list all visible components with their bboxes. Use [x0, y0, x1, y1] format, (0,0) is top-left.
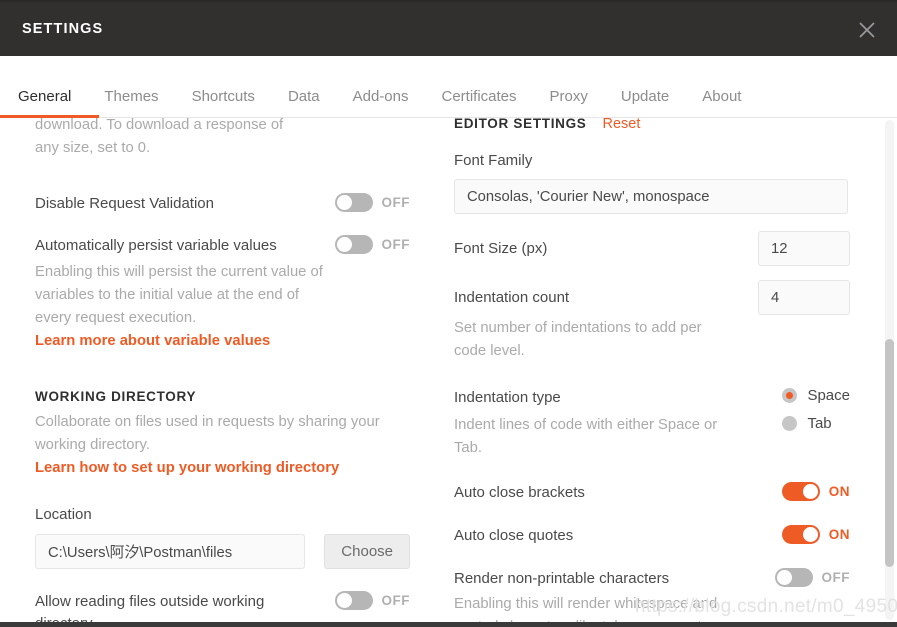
disable-request-validation-label: Disable Request Validation — [35, 195, 214, 212]
auto-persist-label: Automatically persist variable values — [35, 237, 277, 254]
tab-label: Certificates — [441, 88, 517, 105]
toggle-switch-off-icon — [334, 193, 373, 212]
toggle-switch-on-icon — [781, 525, 820, 544]
indentation-count-input[interactable]: 4 — [758, 280, 850, 315]
toggle-state-label: OFF — [381, 195, 410, 210]
tab-label: Data — [287, 88, 320, 105]
editor-settings-column: EDITOR SETTINGS Reset Font Family Consol… — [454, 118, 850, 627]
tab-certificates[interactable]: Certificates — [442, 88, 517, 117]
tab-themes[interactable]: Themes — [104, 88, 158, 117]
auto-persist-description: Enabling this will persist the current v… — [35, 264, 323, 326]
setting-row-font-size: Font Size (px) 12 — [454, 231, 850, 266]
indentation-type-label: Indentation type — [454, 389, 561, 406]
tab-proxy[interactable]: Proxy — [550, 88, 588, 117]
font-family-label: Font Family — [454, 152, 533, 169]
auto-close-quotes-label: Auto close quotes — [454, 527, 574, 544]
toggle-state-label: OFF — [381, 237, 410, 252]
toggle-switch-off-icon — [334, 235, 373, 254]
indentation-type-text-block: Indentation type Indent lines of code wi… — [454, 387, 739, 460]
tab-add-ons[interactable]: Add-ons — [353, 88, 409, 117]
toggle-state-label: ON — [828, 527, 850, 542]
indentation-count-label: Indentation count — [454, 289, 570, 306]
location-label: Location — [35, 506, 92, 523]
render-nonprintable-toggle[interactable]: OFF — [774, 568, 851, 587]
radio-option-space[interactable]: Space — [782, 387, 850, 404]
toggle-state-label: ON — [828, 484, 850, 499]
toggle-state-label: OFF — [821, 570, 850, 585]
settings-window: SETTINGS General Themes Shortcuts Data A… — [0, 0, 897, 627]
disable-request-validation-toggle[interactable]: OFF — [334, 193, 411, 212]
tab-update[interactable]: Update — [621, 88, 669, 117]
working-directory-setup-link[interactable]: Learn how to set up your working directo… — [35, 457, 410, 480]
general-settings-column: download. To download a response of any … — [35, 118, 410, 627]
page-title: SETTINGS — [22, 21, 104, 37]
tab-about[interactable]: About — [702, 88, 741, 117]
working-directory-description: Collaborate on files used in requests by… — [35, 414, 380, 453]
toggle-state-label: OFF — [381, 593, 410, 608]
radio-unchecked-icon — [782, 416, 798, 431]
settings-content: download. To download a response of any … — [0, 118, 897, 627]
reset-editor-settings-link[interactable]: Reset — [603, 118, 641, 132]
tab-shortcuts[interactable]: Shortcuts — [192, 88, 255, 117]
toggle-switch-on-icon — [781, 482, 820, 501]
content-scrollbar-thumb[interactable] — [885, 339, 894, 567]
indentation-type-radio-group: Space Tab — [782, 387, 850, 443]
tab-label: Shortcuts — [191, 88, 255, 105]
tab-label: Proxy — [549, 88, 588, 105]
max-response-size-help-line2: any size, set to 0. — [35, 140, 151, 156]
toggle-switch-off-icon — [774, 568, 813, 587]
editor-settings-heading: EDITOR SETTINGS Reset — [454, 118, 850, 132]
font-family-input[interactable]: Consolas, 'Courier New', monospace — [454, 179, 848, 214]
setting-row-render-nonprintable: Render non-printable characters OFF — [454, 568, 850, 590]
close-button[interactable] — [847, 10, 887, 50]
working-directory-heading: WORKING DIRECTORY — [35, 389, 410, 404]
working-directory-heading-label: WORKING DIRECTORY — [35, 389, 197, 404]
setting-row-disable-request-validation: Disable Request Validation OFF — [35, 193, 410, 215]
tab-general[interactable]: General — [0, 88, 100, 118]
auto-close-brackets-label: Auto close brackets — [454, 484, 585, 501]
setting-row-auto-persist-variables: Automatically persist variable values OF… — [35, 235, 410, 257]
radio-option-tab[interactable]: Tab — [782, 415, 850, 432]
tab-label: About — [702, 88, 742, 105]
auto-persist-toggle[interactable]: OFF — [334, 235, 411, 254]
toggle-switch-off-icon — [334, 591, 373, 610]
indentation-count-description: Set number of indentations to add per co… — [454, 320, 702, 359]
max-response-size-help-line1: download. To download a response of — [35, 118, 284, 133]
font-size-label: Font Size (px) — [454, 240, 548, 257]
tab-label: Add-ons — [352, 88, 409, 105]
tab-label: General — [18, 88, 72, 105]
setting-row-indentation-type: Indentation type Indent lines of code wi… — [454, 387, 850, 460]
radio-checked-icon — [782, 388, 798, 403]
tab-data[interactable]: Data — [288, 88, 320, 117]
window-titlebar: SETTINGS — [0, 0, 897, 56]
auto-close-quotes-toggle[interactable]: ON — [781, 525, 850, 544]
indentation-type-description: Indent lines of code with either Space o… — [454, 417, 718, 456]
editor-settings-heading-label: EDITOR SETTINGS — [454, 118, 587, 131]
settings-tabbar: General Themes Shortcuts Data Add-ons Ce… — [0, 56, 897, 118]
choose-directory-button[interactable]: Choose — [324, 534, 410, 569]
learn-more-variable-values-link[interactable]: Learn more about variable values — [35, 330, 410, 353]
close-icon — [859, 22, 875, 38]
setting-row-indentation-count: Indentation count 4 — [454, 280, 850, 315]
radio-option-label: Space — [807, 387, 850, 404]
location-input[interactable]: C:\Users\阿汐\Postman\files — [35, 534, 306, 569]
render-nonprintable-label: Render non-printable characters — [454, 570, 670, 587]
setting-row-auto-close-quotes: Auto close quotes ON — [454, 525, 850, 547]
font-size-input[interactable]: 12 — [758, 231, 850, 266]
window-bottom-bar — [0, 622, 897, 627]
setting-row-auto-close-brackets: Auto close brackets ON — [454, 482, 850, 504]
radio-option-label: Tab — [807, 415, 832, 432]
allow-outside-files-toggle[interactable]: OFF — [334, 591, 411, 610]
tab-label: Update — [620, 88, 670, 105]
tab-label: Themes — [104, 88, 159, 105]
auto-close-brackets-toggle[interactable]: ON — [781, 482, 850, 501]
